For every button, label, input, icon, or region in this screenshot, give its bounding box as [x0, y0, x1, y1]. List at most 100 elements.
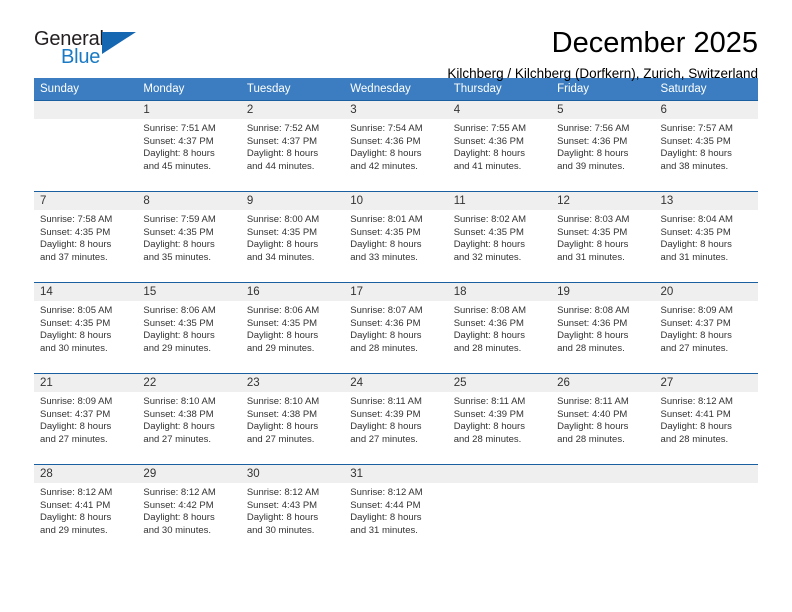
daylight-text-line1: Daylight: 8 hours	[143, 239, 215, 251]
day-cell[interactable]: 28 Sunrise: 8:12 AM Sunset: 4:41 PM Dayl…	[34, 464, 138, 555]
page-title: December 2025	[551, 27, 758, 59]
day-cell[interactable]	[654, 464, 758, 555]
sunrise-text: Sunrise: 8:06 AM	[143, 305, 216, 316]
daylight-text-line1: Daylight: 8 hours	[143, 512, 215, 524]
day-cell[interactable]: 10 Sunrise: 8:01 AM Sunset: 4:35 PM Dayl…	[344, 191, 448, 283]
daylight-text-line2: and 30 minutes.	[143, 524, 212, 536]
daylight-text-line1: Daylight: 8 hours	[143, 330, 215, 342]
calendar-page: General Blue December 2025 Kilchberg / K…	[0, 0, 792, 612]
day-info: Sunrise: 8:11 AM Sunset: 4:39 PM Dayligh…	[448, 392, 551, 446]
day-info: Sunrise: 8:08 AM Sunset: 4:36 PM Dayligh…	[448, 301, 551, 355]
day-number: 22	[137, 374, 241, 392]
sunset-text: Sunset: 4:36 PM	[350, 135, 421, 147]
day-number: 20	[654, 283, 758, 301]
day-cell[interactable]: 27 Sunrise: 8:12 AM Sunset: 4:41 PM Dayl…	[654, 373, 758, 465]
day-cell[interactable]: 14 Sunrise: 8:05 AM Sunset: 4:35 PM Dayl…	[34, 282, 138, 374]
daylight-text-line2: and 27 minutes.	[350, 433, 418, 445]
day-cell[interactable]: 30 Sunrise: 8:12 AM Sunset: 4:43 PM Dayl…	[240, 464, 345, 555]
day-cell[interactable]: 15 Sunrise: 8:06 AM Sunset: 4:35 PM Dayl…	[137, 282, 241, 374]
daylight-text-line1: Daylight: 8 hours	[246, 148, 319, 160]
daylight-text-line2: and 31 minutes.	[557, 251, 625, 263]
day-cell[interactable]: 29 Sunrise: 8:12 AM Sunset: 4:42 PM Dayl…	[137, 464, 241, 555]
daylight-text-line1: Daylight: 8 hours	[40, 421, 112, 433]
daylight-text-line2: and 42 minutes.	[350, 160, 418, 172]
day-cell[interactable]: 18 Sunrise: 8:08 AM Sunset: 4:36 PM Dayl…	[447, 282, 552, 374]
daylight-text-line2: and 28 minutes.	[453, 342, 522, 354]
day-cell[interactable]: 7 Sunrise: 7:58 AM Sunset: 4:35 PM Dayli…	[34, 191, 138, 283]
day-cell[interactable]	[34, 100, 138, 192]
day-cell[interactable]: 13 Sunrise: 8:04 AM Sunset: 4:35 PM Dayl…	[654, 191, 758, 283]
day-cell[interactable]: 20 Sunrise: 8:09 AM Sunset: 4:37 PM Dayl…	[654, 282, 758, 374]
sunrise-text: Sunrise: 8:07 AM	[350, 305, 423, 316]
daylight-text-line1: Daylight: 8 hours	[557, 421, 629, 433]
day-cell[interactable]: 21 Sunrise: 8:09 AM Sunset: 4:37 PM Dayl…	[34, 373, 138, 465]
sunset-text: Sunset: 4:35 PM	[40, 317, 111, 329]
sunset-text: Sunset: 4:36 PM	[557, 317, 628, 329]
day-cell[interactable]: 24 Sunrise: 8:11 AM Sunset: 4:39 PM Dayl…	[344, 373, 448, 465]
day-info: Sunrise: 7:59 AM Sunset: 4:35 PM Dayligh…	[137, 210, 240, 264]
day-cell[interactable]: 22 Sunrise: 8:10 AM Sunset: 4:38 PM Dayl…	[137, 373, 241, 465]
day-number: 15	[137, 283, 241, 301]
daylight-text-line2: and 31 minutes.	[660, 251, 729, 263]
day-info	[655, 483, 758, 487]
day-info: Sunrise: 7:56 AM Sunset: 4:36 PM Dayligh…	[551, 119, 654, 173]
day-info: Sunrise: 7:58 AM Sunset: 4:35 PM Dayligh…	[34, 210, 137, 264]
day-number: 10	[344, 192, 448, 210]
daylight-text-line1: Daylight: 8 hours	[40, 330, 112, 342]
location-subtitle: Kilchberg / Kilchberg (Dorfkern), Zurich…	[447, 66, 758, 81]
sunrise-text: Sunrise: 7:59 AM	[143, 214, 216, 225]
daylight-text-line2: and 38 minutes.	[660, 160, 729, 172]
daylight-text-line1: Daylight: 8 hours	[143, 148, 215, 160]
sunset-text: Sunset: 4:35 PM	[143, 226, 214, 238]
daylight-text-line1: Daylight: 8 hours	[453, 330, 525, 342]
day-number: 16	[240, 283, 345, 301]
day-cell[interactable]: 2 Sunrise: 7:52 AM Sunset: 4:37 PM Dayli…	[240, 100, 345, 192]
day-cell[interactable]: 23 Sunrise: 8:10 AM Sunset: 4:38 PM Dayl…	[240, 373, 345, 465]
day-info: Sunrise: 8:09 AM Sunset: 4:37 PM Dayligh…	[34, 392, 137, 446]
day-info: Sunrise: 8:02 AM Sunset: 4:35 PM Dayligh…	[448, 210, 551, 264]
day-info: Sunrise: 8:06 AM Sunset: 4:35 PM Dayligh…	[241, 301, 344, 355]
day-cell[interactable]: 25 Sunrise: 8:11 AM Sunset: 4:39 PM Dayl…	[447, 373, 552, 465]
day-cell[interactable]: 6 Sunrise: 7:57 AM Sunset: 4:35 PM Dayli…	[654, 100, 758, 192]
daylight-text-line2: and 32 minutes.	[453, 251, 522, 263]
day-cell[interactable]: 19 Sunrise: 8:08 AM Sunset: 4:36 PM Dayl…	[551, 282, 655, 374]
day-cell[interactable]: 26 Sunrise: 8:11 AM Sunset: 4:40 PM Dayl…	[551, 373, 655, 465]
day-number	[447, 465, 552, 483]
sunset-text: Sunset: 4:37 PM	[40, 408, 111, 420]
day-cell[interactable]: 4 Sunrise: 7:55 AM Sunset: 4:36 PM Dayli…	[447, 100, 552, 192]
day-cell[interactable]: 9 Sunrise: 8:00 AM Sunset: 4:35 PM Dayli…	[240, 191, 345, 283]
day-cell[interactable]: 5 Sunrise: 7:56 AM Sunset: 4:36 PM Dayli…	[551, 100, 655, 192]
day-cell[interactable]: 31 Sunrise: 8:12 AM Sunset: 4:44 PM Dayl…	[344, 464, 448, 555]
day-cell[interactable]: 16 Sunrise: 8:06 AM Sunset: 4:35 PM Dayl…	[240, 282, 345, 374]
daylight-text-line1: Daylight: 8 hours	[660, 421, 732, 433]
day-info: Sunrise: 8:07 AM Sunset: 4:36 PM Dayligh…	[344, 301, 447, 355]
day-cell[interactable]: 3 Sunrise: 7:54 AM Sunset: 4:36 PM Dayli…	[344, 100, 448, 192]
day-info: Sunrise: 8:12 AM Sunset: 4:44 PM Dayligh…	[344, 483, 447, 537]
daylight-text-line2: and 28 minutes.	[557, 342, 625, 354]
sunset-text: Sunset: 4:43 PM	[246, 499, 318, 511]
day-cell[interactable]: 8 Sunrise: 7:59 AM Sunset: 4:35 PM Dayli…	[137, 191, 241, 283]
daylight-text-line1: Daylight: 8 hours	[557, 330, 629, 342]
day-info: Sunrise: 8:11 AM Sunset: 4:40 PM Dayligh…	[551, 392, 654, 446]
sunset-text: Sunset: 4:35 PM	[246, 317, 318, 329]
day-info	[448, 483, 551, 487]
daylight-text-line2: and 27 minutes.	[660, 342, 729, 354]
day-cell[interactable]: 17 Sunrise: 8:07 AM Sunset: 4:36 PM Dayl…	[344, 282, 448, 374]
sunrise-text: Sunrise: 8:11 AM	[557, 396, 629, 407]
day-number: 27	[654, 374, 758, 392]
daylight-text-line2: and 30 minutes.	[40, 342, 108, 354]
daylight-text-line1: Daylight: 8 hours	[350, 512, 422, 524]
day-info: Sunrise: 8:12 AM Sunset: 4:43 PM Dayligh…	[241, 483, 344, 537]
sunrise-sunset-calendar: Sunday Monday Tuesday Wednesday Thursday…	[34, 78, 758, 555]
sunrise-text: Sunrise: 8:12 AM	[660, 396, 733, 407]
day-number: 6	[654, 101, 758, 119]
daylight-text-line1: Daylight: 8 hours	[350, 148, 422, 160]
blue-triangle-icon	[102, 32, 136, 54]
day-cell[interactable]: 1 Sunrise: 7:51 AM Sunset: 4:37 PM Dayli…	[137, 100, 241, 192]
title-block: December 2025 Kilchberg / Kilchberg (Dor…	[154, 26, 758, 84]
day-cell[interactable]	[447, 464, 552, 555]
day-cell[interactable]: 12 Sunrise: 8:03 AM Sunset: 4:35 PM Dayl…	[551, 191, 655, 283]
day-cell[interactable]: 11 Sunrise: 8:02 AM Sunset: 4:35 PM Dayl…	[447, 191, 552, 283]
day-cell[interactable]	[551, 464, 655, 555]
day-info	[551, 483, 654, 487]
